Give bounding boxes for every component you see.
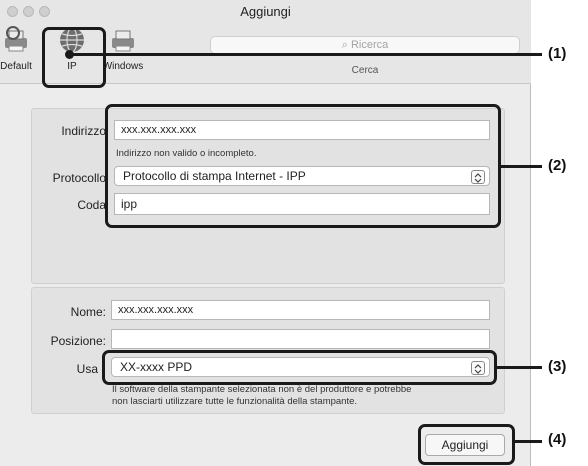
location-field[interactable] — [111, 329, 490, 349]
callout-label-2: (2) — [548, 157, 567, 174]
callout-label-4: (4) — [548, 431, 567, 448]
callout-box-1 — [42, 27, 106, 88]
callout-box-2 — [105, 104, 501, 228]
name-field[interactable]: xxx.xxx.xxx.xxx — [111, 300, 490, 320]
default-printer-icon — [5, 26, 27, 52]
location-label: Posizione: — [50, 334, 106, 348]
windows-printer-icon — [112, 30, 134, 52]
queue-label: Coda — [77, 198, 106, 212]
callout-line-4 — [515, 440, 542, 443]
search-icon: ⌕ — [341, 39, 348, 51]
callout-box-4 — [418, 424, 515, 465]
search-caption: Cerca — [351, 65, 379, 76]
protocol-label: Protocollo — [52, 171, 106, 185]
callout-box-3 — [102, 350, 497, 385]
address-label: Indirizzo — [61, 124, 106, 138]
title-bar: Aggiungi — [0, 0, 531, 22]
name-label: Nome: — [70, 305, 106, 319]
driver-note-line2: non lasciarti utilizzare tutte le funzio… — [112, 396, 358, 407]
callout-line-1 — [70, 53, 542, 56]
callout-label-1: (1) — [548, 45, 567, 62]
toolbar-default-button[interactable]: Default — [0, 26, 36, 72]
driver-note-line1: Il software della stampante selezionata … — [112, 384, 412, 395]
callout-line-2 — [501, 165, 542, 168]
window-title: Aggiungi — [240, 4, 291, 19]
toolbar-default-label: Default — [0, 61, 32, 72]
use-label: Usa — [76, 362, 98, 376]
search-field[interactable]: ⌕ Ricerca — [210, 36, 520, 54]
search-placeholder: Ricerca — [350, 39, 389, 51]
callout-line-3 — [497, 366, 542, 369]
callout-label-3: (3) — [548, 358, 567, 375]
